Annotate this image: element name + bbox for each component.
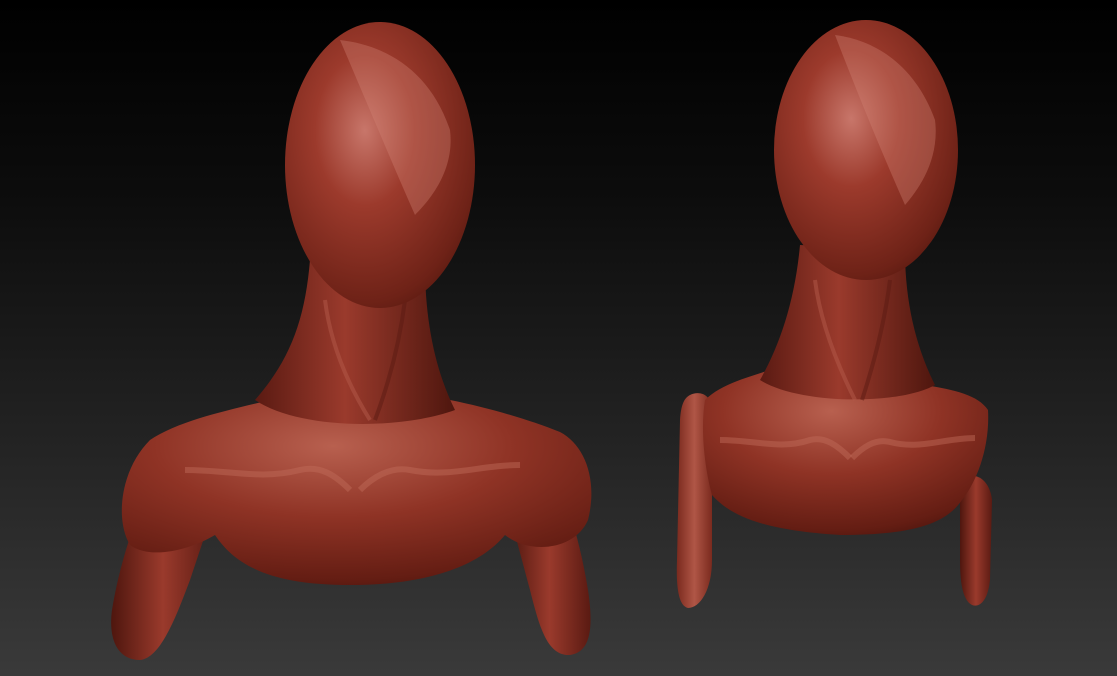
zbrush-viewport[interactable] — [0, 0, 1117, 676]
bust-right[interactable] — [676, 20, 992, 608]
sculpt-canvas[interactable] — [0, 0, 1117, 676]
bust-left[interactable] — [111, 22, 592, 660]
